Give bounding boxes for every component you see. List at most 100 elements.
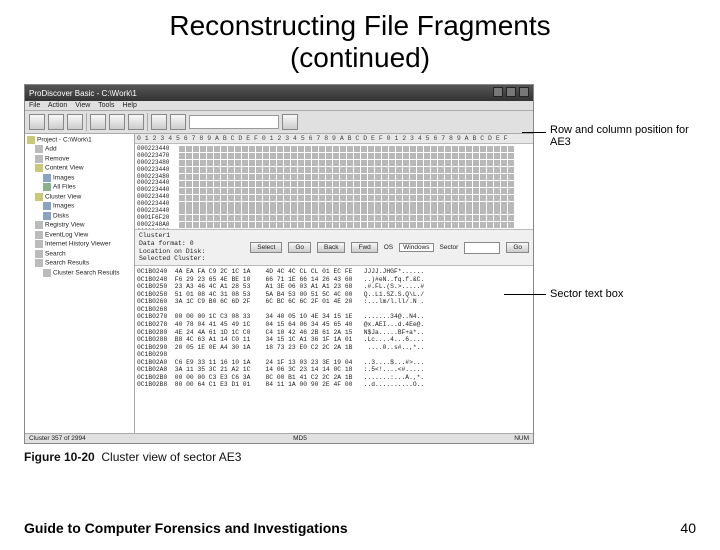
cluster-grid[interactable]: 0002234400002234700002234800002234400002… [135, 144, 533, 229]
toolbar-icon[interactable] [151, 114, 167, 130]
cluster-row: 000223480 [137, 160, 531, 167]
titlebar: ProDiscover Basic - C:\Work\1 [25, 85, 533, 101]
select-button[interactable]: Select [250, 242, 282, 253]
page-number: 40 [680, 520, 696, 536]
cluster-row: 000223440 [137, 180, 531, 187]
fwd-button[interactable]: Fwd [351, 242, 377, 253]
cluster-cells[interactable] [179, 153, 514, 159]
cluster-row: 0001F6F20 [137, 215, 531, 222]
hex-dump[interactable]: 0C1B0240 4A EA FA C9 2C 1C 1A 4D 4C 4C C… [135, 266, 533, 433]
info-line: Cluster1 [139, 232, 205, 240]
toolbar-icon[interactable] [48, 114, 64, 130]
cluster-cells[interactable] [179, 208, 514, 214]
status-right: NUM [514, 435, 529, 442]
annotation-sector-box: Sector text box [550, 288, 700, 300]
cluster-cells[interactable] [179, 195, 514, 201]
cluster-cells[interactable] [179, 215, 514, 221]
cluster-cells[interactable] [179, 167, 514, 173]
drive-icon [43, 174, 51, 182]
tree-node[interactable]: Disks [53, 213, 69, 220]
cluster-cells[interactable] [179, 174, 514, 180]
tree-node[interactable]: Search [45, 251, 66, 258]
search-go-icon[interactable] [282, 114, 298, 130]
folder-icon [27, 136, 35, 144]
cluster-cells[interactable] [179, 222, 514, 228]
figure-text: Cluster view of sector AE3 [101, 450, 241, 464]
sector-text-box[interactable] [464, 242, 500, 254]
toolbar-icon[interactable] [109, 114, 125, 130]
menu-file[interactable]: File [29, 102, 40, 109]
menu-tools[interactable]: Tools [98, 102, 114, 109]
drive-icon [43, 202, 51, 210]
menu-view[interactable]: View [75, 102, 90, 109]
maximize-button[interactable] [506, 87, 516, 97]
tree-node[interactable]: Internet History Viewer [45, 241, 111, 248]
tree-node[interactable]: Cluster View [45, 194, 81, 201]
node-icon [35, 240, 43, 248]
os-label: OS [384, 244, 393, 251]
tree-node[interactable]: Remove [45, 156, 69, 163]
cluster-cells[interactable] [179, 146, 514, 152]
toolbar-icon[interactable] [29, 114, 45, 130]
window-controls [492, 87, 529, 99]
cluster-row: 000223440 [137, 194, 531, 201]
close-button[interactable] [519, 87, 529, 97]
search-icon [35, 250, 43, 258]
sector-label: Sector [440, 244, 459, 251]
node-icon [43, 269, 51, 277]
annotation-line [504, 294, 546, 295]
column-header: 0 1 2 3 4 5 6 7 8 9 A B C D E F 0 1 2 3 … [135, 134, 533, 144]
tree-node[interactable]: Images [53, 175, 74, 182]
cluster-row: 000223440 [137, 167, 531, 174]
cluster-cells[interactable] [179, 202, 514, 208]
toolbar-separator [86, 113, 87, 131]
tree-node[interactable]: Cluster Search Results [53, 270, 119, 277]
tree-node[interactable]: Images [53, 203, 74, 210]
search-input[interactable] [189, 115, 279, 129]
right-panes: 0 1 2 3 4 5 6 7 8 9 A B C D E F 0 1 2 3 … [135, 134, 533, 433]
sector-go-button[interactable]: Go [506, 242, 529, 253]
tree-node[interactable]: EventLog View [45, 232, 88, 239]
cluster-row: 000223470 [137, 153, 531, 160]
statusbar: Cluster 357 of 2994 MD5 NUM [25, 433, 533, 443]
annotation-row-col: Row and column position for AE3 [550, 124, 700, 148]
slide-title: Reconstructing File Fragments (continued… [0, 10, 720, 74]
tree-node[interactable]: All Files [53, 184, 76, 191]
toolbar-icon[interactable] [128, 114, 144, 130]
menu-action[interactable]: Action [48, 102, 67, 109]
toolbar-icon[interactable] [90, 114, 106, 130]
info-line: Selected Cluster: [139, 255, 205, 263]
files-icon [43, 183, 51, 191]
figure-label: Figure 10-20 [24, 450, 95, 464]
toolbar-icon[interactable] [67, 114, 83, 130]
drive-icon [43, 212, 51, 220]
go-button[interactable]: Go [288, 242, 311, 253]
slide-footer: Guide to Computer Forensics and Investig… [24, 520, 696, 536]
figure-area: ProDiscover Basic - C:\Work\1 File Actio… [24, 84, 696, 466]
toolbar-icon[interactable] [170, 114, 186, 130]
main-split: Project - C:\Work\1 Add Remove Content V… [25, 134, 533, 433]
cluster-cells[interactable] [179, 181, 514, 187]
sidebar-tree[interactable]: Project - C:\Work\1 Add Remove Content V… [25, 134, 135, 433]
back-button[interactable]: Back [317, 242, 345, 253]
minimize-button[interactable] [493, 87, 503, 97]
os-dropdown[interactable]: Windows [399, 243, 433, 252]
cluster-row: 000223480 [137, 174, 531, 181]
tree-node[interactable]: Search Results [45, 260, 89, 267]
cluster-cells[interactable] [179, 188, 514, 194]
tree-node[interactable]: Content View [45, 165, 84, 172]
figure-caption: Figure 10-20 Cluster view of sector AE3 [24, 448, 696, 466]
cluster-row: 000223440 [137, 187, 531, 194]
info-text: Cluster1 Data format: 0 Location on Disk… [139, 232, 205, 263]
cluster-cells[interactable] [179, 160, 514, 166]
toolbar-separator [147, 113, 148, 131]
tree-node[interactable]: Add [45, 146, 57, 153]
tree-node[interactable]: Registry View [45, 222, 85, 229]
menubar[interactable]: File Action View Tools Help [25, 101, 533, 111]
tree-root[interactable]: Project - C:\Work\1 [37, 137, 92, 144]
node-icon [35, 221, 43, 229]
menu-help[interactable]: Help [122, 102, 136, 109]
cluster-row: 000223440 [137, 208, 531, 215]
status-mid: MD5 [293, 435, 307, 442]
node-icon [35, 155, 43, 163]
